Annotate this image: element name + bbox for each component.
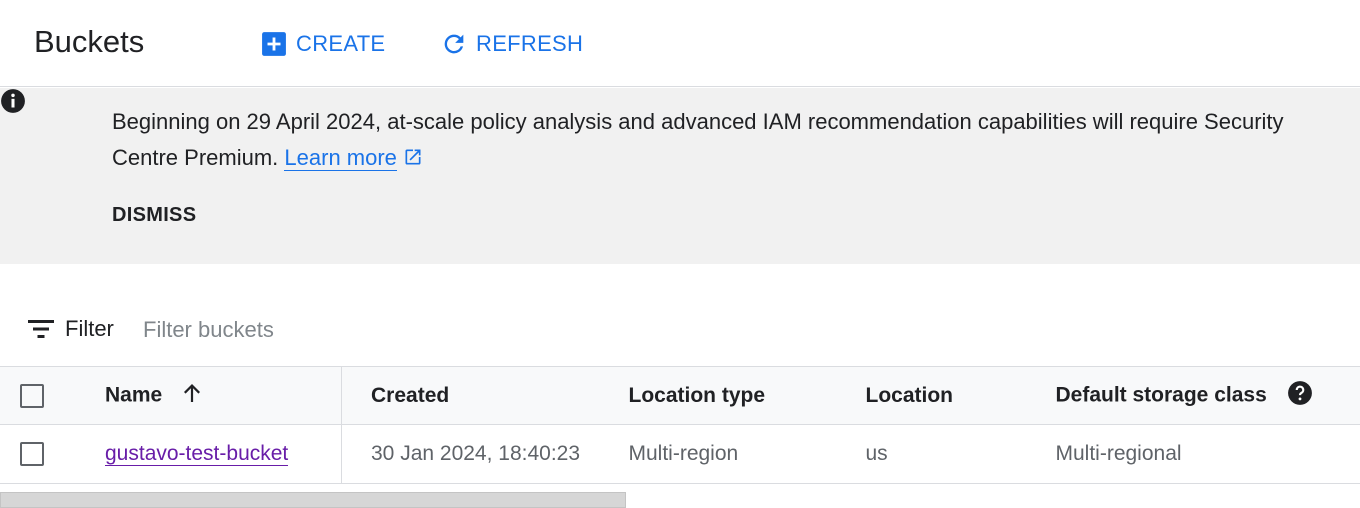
column-header-storage-class[interactable]: Default storage class [1055,366,1360,425]
add-box-icon [260,30,288,58]
column-header-location[interactable]: Location [865,366,1056,425]
filter-list-icon[interactable] [28,319,54,344]
arrow-up-icon[interactable] [180,381,204,411]
column-header-storage-class-label: Default storage class [1055,383,1267,407]
table-row: gustavo-test-bucket 30 Jan 2024, 18:40:2… [0,424,1360,484]
top-toolbar: Buckets CREATE REFRESH [0,0,1360,87]
info-icon [0,88,26,119]
banner-message: Beginning on 29 April 2024, at-scale pol… [112,104,1360,178]
column-header-created[interactable]: Created [341,366,629,425]
horizontal-scrollbar[interactable] [0,492,626,508]
dismiss-button[interactable]: DISMISS [112,204,196,227]
cell-location: us [865,424,1056,484]
create-button[interactable]: CREATE [260,26,385,62]
select-all-checkbox[interactable] [20,383,44,408]
header-checkbox-cell [0,366,105,425]
bucket-name-link[interactable]: gustavo-test-bucket [105,442,289,466]
refresh-button[interactable]: REFRESH [440,26,583,62]
filter-input[interactable] [141,312,545,348]
filter-bar: Filter [0,304,1360,354]
page-title: Buckets [34,24,145,59]
learn-more-link[interactable]: Learn more [284,145,397,171]
table-header-row: Name Created Location type Location Defa… [0,366,1360,425]
learn-more-label: Learn more [284,145,397,170]
filter-label: Filter [65,316,114,341]
refresh-icon [440,30,468,58]
column-header-name[interactable]: Name [105,366,342,425]
cell-storage-class: Multi-regional [1055,424,1360,484]
refresh-label: REFRESH [476,31,584,56]
row-checkbox[interactable] [20,442,44,467]
row-checkbox-cell [0,424,105,484]
external-link-icon [403,142,423,178]
create-label: CREATE [296,31,386,56]
cell-name: gustavo-test-bucket [105,424,342,484]
cell-created: 30 Jan 2024, 18:40:23 [341,424,629,484]
column-header-name-label: Name [105,383,163,407]
buckets-table: Name Created Location type Location Defa… [0,366,1360,484]
banner-message-line1: Beginning on 29 April 2024, at-scale pol… [112,109,1284,134]
help-icon[interactable] [1287,380,1313,412]
column-header-location-type[interactable]: Location type [628,366,866,425]
banner-message-line2: Centre Premium. [112,145,279,170]
cell-location-type: Multi-region [628,424,866,484]
